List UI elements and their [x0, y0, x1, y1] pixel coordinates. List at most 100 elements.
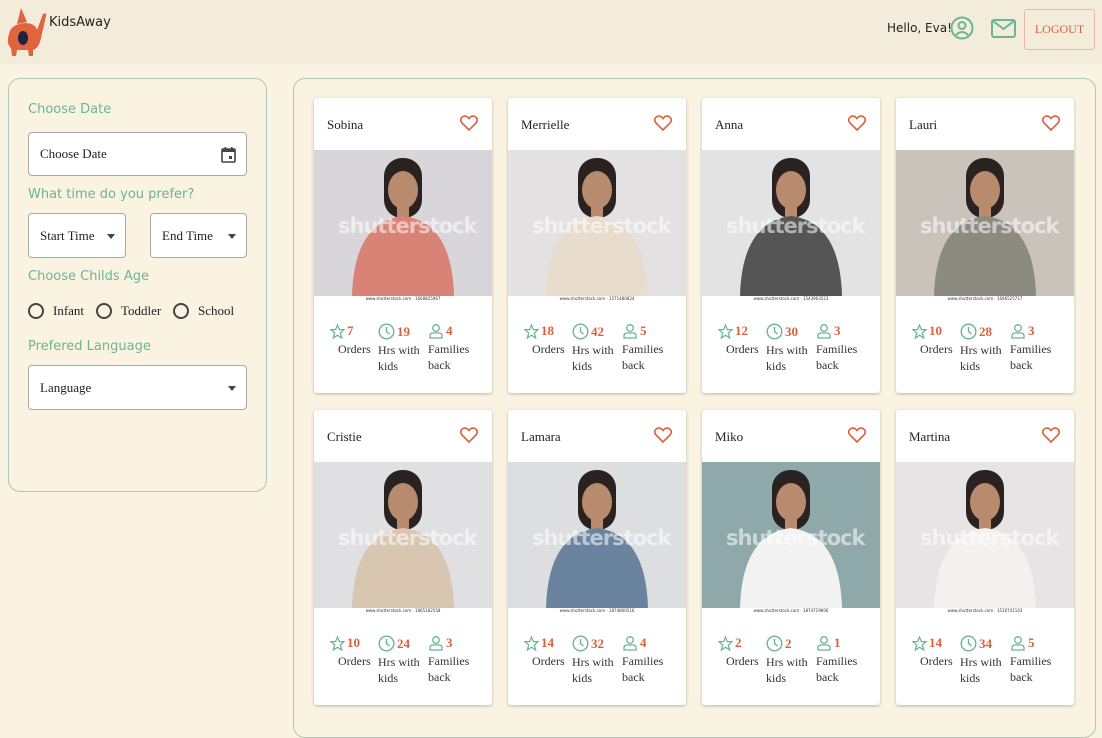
hours-value: 34: [979, 635, 992, 651]
sitter-card[interactable]: Martina shutterstock www.shutterstock.co…: [896, 410, 1074, 705]
hours-label: Hrs with: [378, 655, 420, 669]
families-value: 3: [446, 635, 453, 650]
person-icon: [429, 324, 443, 339]
heart-favorite-icon[interactable]: [848, 115, 866, 131]
start-time-select[interactable]: Start Time: [28, 213, 126, 258]
heart-favorite-icon[interactable]: [460, 427, 478, 443]
user-profile-icon[interactable]: [950, 16, 974, 40]
hours-label: Hrs with: [766, 655, 808, 669]
families-stat: 5 Families back: [1010, 635, 1051, 685]
start-time-value: Start Time: [40, 227, 95, 243]
sitter-photo: shutterstock www.shutterstock.com · 1865…: [314, 462, 492, 615]
heart-favorite-icon[interactable]: [460, 115, 478, 131]
sitter-name: Miko: [715, 429, 744, 444]
person-icon: [1011, 324, 1025, 339]
brand-name: KidsAway: [49, 15, 111, 30]
hours-label: Hrs with: [572, 655, 614, 669]
sitter-name: Martina: [909, 429, 951, 444]
photo-id: www.shutterstock.com · 1530741143: [896, 608, 1074, 615]
orders-label: Orders: [338, 342, 371, 356]
families-value: 5: [640, 323, 647, 338]
families-label: back: [622, 670, 645, 684]
photo-id: www.shutterstock.com · 1874719606: [702, 608, 880, 615]
heart-favorite-icon[interactable]: [1042, 115, 1060, 131]
chevron-down-icon: [228, 385, 236, 391]
chevron-down-icon: [228, 233, 236, 239]
hours-label: kids: [378, 671, 399, 685]
heart-favorite-icon[interactable]: [654, 427, 672, 443]
clock-icon: [766, 635, 783, 652]
sitter-photo: shutterstock www.shutterstock.com · 1668…: [314, 150, 492, 303]
heart-favorite-icon[interactable]: [1042, 427, 1060, 443]
orders-stat: 10 Orders: [912, 323, 953, 357]
orders-value: 12: [735, 323, 748, 338]
star-icon: [912, 635, 927, 651]
sitter-card[interactable]: Anna shutterstock www.shutterstock.com ·…: [702, 98, 880, 393]
families-label: Families: [428, 342, 470, 356]
age-radio-infant[interactable]: Infant: [28, 303, 84, 319]
person-icon: [817, 324, 831, 339]
clock-icon: [960, 323, 977, 340]
logout-button[interactable]: LOGOUT: [1024, 9, 1095, 50]
age-radio-toddler[interactable]: Toddler: [96, 303, 161, 319]
orders-stat: 12 Orders: [718, 323, 759, 357]
hours-label: kids: [960, 671, 981, 685]
clock-icon: [572, 323, 589, 340]
hours-value: 28: [979, 323, 992, 339]
orders-value: 10: [929, 323, 942, 338]
language-label: Prefered Language: [28, 339, 151, 354]
families-label: Families: [816, 342, 858, 356]
photo-id: www.shutterstock.com · 1668825967: [314, 296, 492, 303]
hours-label: kids: [766, 359, 787, 373]
families-label: Families: [816, 654, 858, 668]
chevron-down-icon: [107, 233, 115, 239]
elephant-logo-icon[interactable]: [3, 4, 49, 56]
sitter-card[interactable]: Lauri shutterstock www.shutterstock.com …: [896, 98, 1074, 393]
sitter-card[interactable]: Miko shutterstock www.shutterstock.com ·…: [702, 410, 880, 705]
language-select[interactable]: Language: [28, 365, 247, 410]
orders-value: 10: [347, 635, 360, 650]
radio-circle-icon[interactable]: [173, 303, 189, 319]
clock-icon: [960, 635, 977, 652]
sitter-card[interactable]: Lamara shutterstock www.shutterstock.com…: [508, 410, 686, 705]
watermark: shutterstock: [338, 214, 477, 238]
sitter-card[interactable]: Cristie shutterstock www.shutterstock.co…: [314, 410, 492, 705]
radio-circle-icon[interactable]: [28, 303, 44, 319]
end-time-select[interactable]: End Time: [150, 213, 247, 258]
calendar-icon[interactable]: [221, 147, 236, 163]
star-icon: [718, 635, 733, 651]
sitter-photo: shutterstock www.shutterstock.com · 1571…: [508, 150, 686, 303]
families-label: Families: [1010, 654, 1052, 668]
heart-favorite-icon[interactable]: [654, 115, 672, 131]
radio-circle-icon[interactable]: [96, 303, 112, 319]
hours-value: 42: [591, 323, 604, 339]
families-label: back: [622, 358, 645, 372]
hours-label: Hrs with: [960, 655, 1002, 669]
age-radio-school[interactable]: School: [173, 303, 234, 319]
date-input[interactable]: Choose Date: [28, 132, 247, 176]
families-stat: 4 Families back: [428, 323, 469, 373]
hours-value: 30: [785, 323, 798, 339]
orders-value: 7: [347, 323, 354, 338]
star-icon: [330, 635, 345, 651]
heart-favorite-icon[interactable]: [848, 427, 866, 443]
families-label: back: [816, 670, 839, 684]
sitter-name: Cristie: [327, 429, 362, 444]
mail-icon[interactable]: [991, 19, 1016, 38]
date-label: Choose Date: [28, 102, 112, 117]
orders-stat: 14 Orders: [524, 635, 565, 669]
sitter-photo: shutterstock www.shutterstock.com · 1530…: [896, 462, 1074, 615]
hours-label: kids: [378, 359, 399, 373]
clock-icon: [766, 323, 783, 340]
hours-label: kids: [572, 671, 593, 685]
orders-stat: 2 Orders: [718, 635, 759, 669]
sitter-card[interactable]: Sobina shutterstock www.shutterstock.com…: [314, 98, 492, 393]
orders-stat: 10 Orders: [330, 635, 371, 669]
hours-label: kids: [960, 359, 981, 373]
time-label: What time do you prefer?: [28, 187, 195, 202]
watermark: shutterstock: [532, 526, 671, 550]
families-stat: 5 Families back: [622, 323, 663, 373]
sitter-card[interactable]: Merrielle shutterstock www.shutterstock.…: [508, 98, 686, 393]
orders-value: 2: [735, 635, 742, 650]
watermark: shutterstock: [338, 526, 477, 550]
